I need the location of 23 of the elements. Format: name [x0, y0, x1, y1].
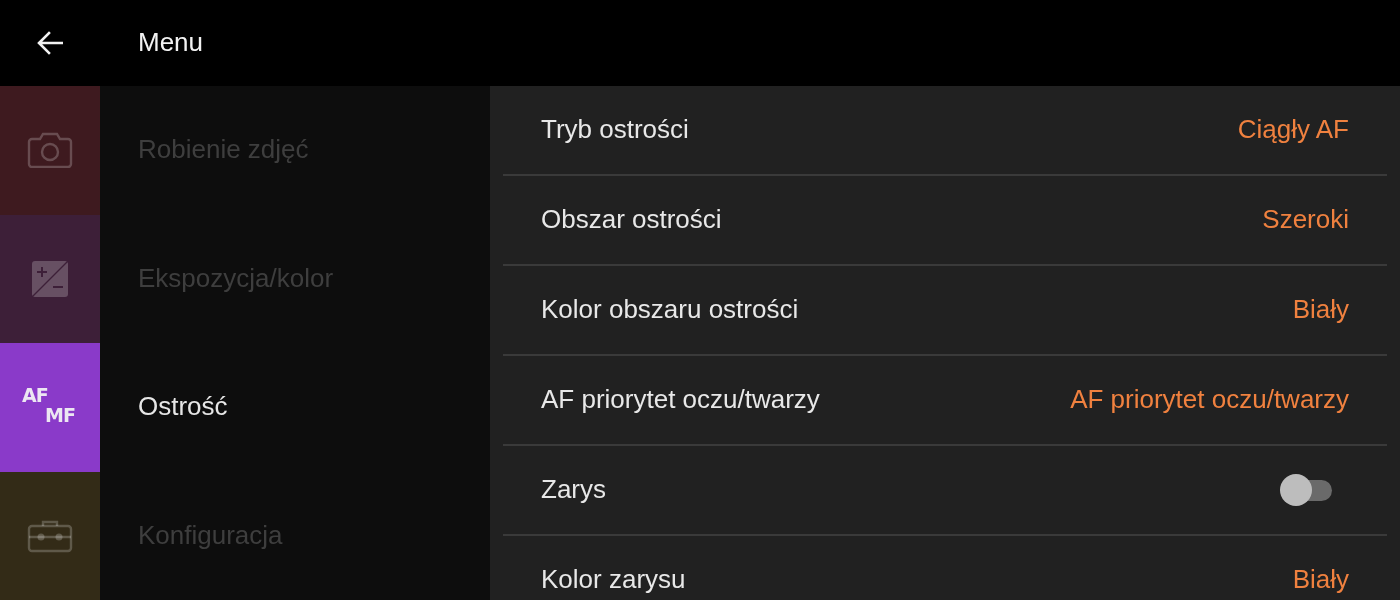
setting-value: AF priorytet oczu/twarzy [1070, 385, 1349, 415]
setting-label[interactable]: Kolor obszaru ostrości [541, 295, 799, 325]
toolbox-icon [27, 518, 73, 553]
category-tile[interactable] [0, 471, 100, 600]
setting-label[interactable]: AF priorytet oczu/twarzy [541, 385, 820, 415]
category-tile[interactable]: AF MF [0, 343, 100, 472]
setting-value: Biały [1292, 295, 1349, 325]
back-arrow-icon [37, 31, 63, 55]
toggle-switch[interactable] [1280, 473, 1332, 507]
camera-icon [27, 132, 73, 169]
setting-value: Szeroki [1262, 205, 1349, 235]
setting-value: Ciągły AF [1237, 115, 1349, 145]
setting-label[interactable]: Tryb ostrości [541, 115, 689, 145]
menu-title: Menu [138, 28, 204, 58]
category-label[interactable]: Ostrość [138, 392, 228, 423]
category-tile[interactable] [0, 214, 100, 343]
exposure-compensation-icon [31, 259, 69, 298]
setting-label[interactable]: Zarys [541, 475, 606, 505]
setting-value: Biały [1292, 565, 1349, 595]
setting-label[interactable]: Kolor zarysu [541, 565, 686, 595]
focus-mode-icon: AF MF [22, 386, 78, 429]
category-tile[interactable] [0, 86, 100, 215]
setting-label[interactable]: Obszar ostrości [541, 205, 722, 235]
